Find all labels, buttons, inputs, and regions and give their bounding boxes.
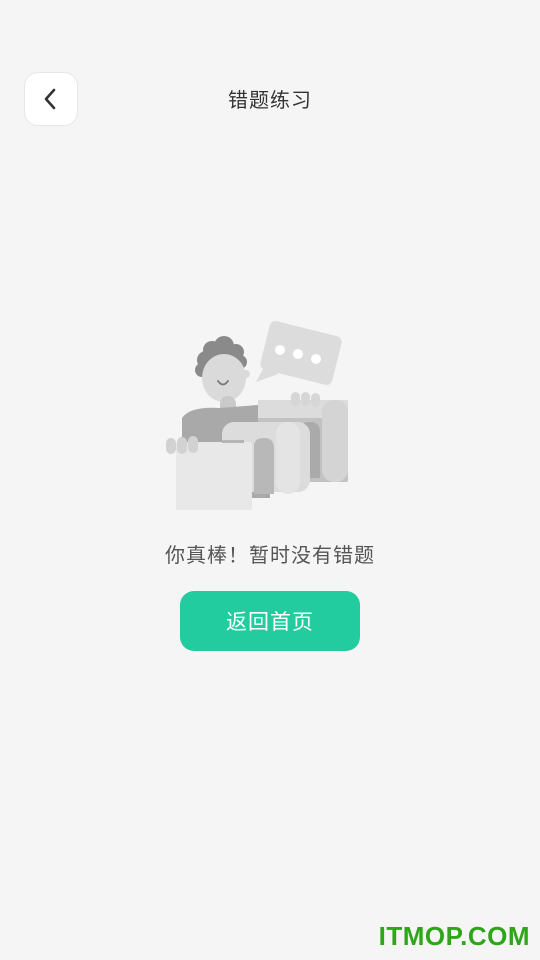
speech-bubble-icon xyxy=(256,321,342,385)
empty-state-message: 你真棒！暂时没有错题 xyxy=(165,543,375,567)
empty-state-illustration xyxy=(166,321,348,510)
watermark-logo: ITMOP.COM xyxy=(378,921,530,951)
return-home-button[interactable]: 返回首页 xyxy=(180,591,360,651)
page-title: 错题练习 xyxy=(228,88,312,112)
screen: 错题练习 你真棒！暂时没有错题 返回首页 ITMOP.COM xyxy=(0,0,540,960)
